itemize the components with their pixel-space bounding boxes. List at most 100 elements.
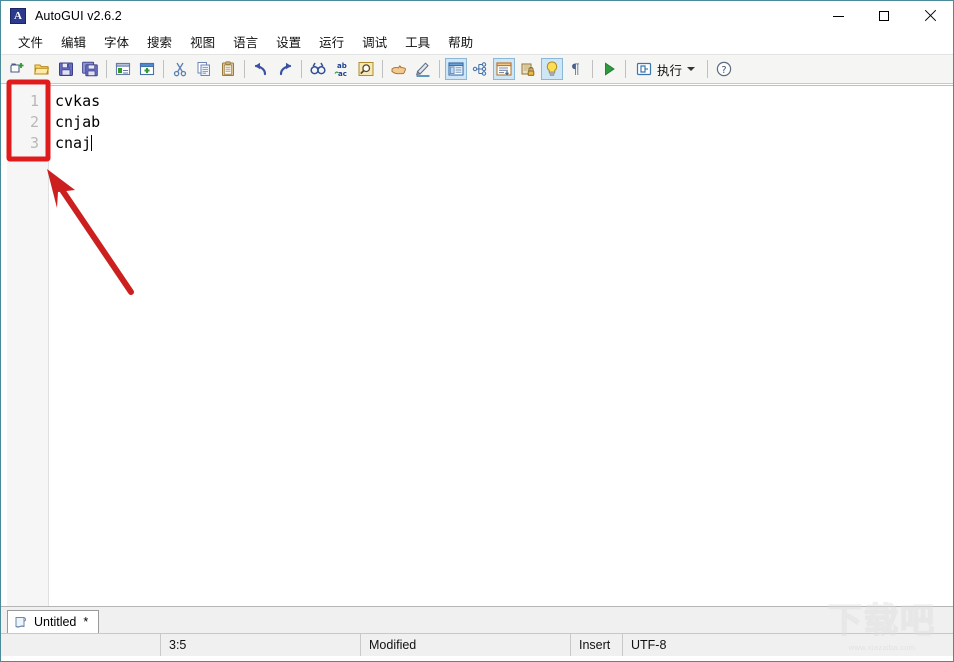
new-window-icon: [139, 62, 155, 76]
hints-button[interactable]: [541, 58, 563, 80]
minimize-button[interactable]: [815, 1, 861, 30]
run-play-button[interactable]: [598, 58, 620, 80]
run-command-button[interactable]: 执行: [632, 58, 703, 80]
status-bar: 3:5 Modified Insert UTF-8: [1, 633, 953, 656]
editor-area: 1 2 3 cvkas cnjab cnaj: [1, 84, 953, 606]
panel-toggle-button[interactable]: [445, 58, 467, 80]
document-tab-strip: Untitled *: [1, 606, 953, 633]
close-icon: [924, 9, 937, 22]
tab-label: Untitled: [34, 615, 77, 629]
line-number: 1: [29, 92, 39, 110]
line-number: 3: [29, 134, 39, 152]
new-window-button[interactable]: [136, 58, 158, 80]
undo-icon: [254, 62, 267, 76]
toolbar-separator: [244, 60, 245, 78]
menu-item-file[interactable]: 文件: [9, 29, 52, 55]
toolbar-separator: [707, 60, 709, 78]
document-icon: [14, 615, 28, 629]
close-file-button[interactable]: [112, 58, 134, 80]
svg-text:¶: ¶: [571, 62, 580, 78]
find-icon: [310, 62, 326, 75]
tree-icon: [472, 62, 487, 76]
lock-icon: [521, 63, 535, 76]
pilcrow-icon: ¶: [571, 62, 580, 78]
cut-button[interactable]: [169, 58, 191, 80]
replace-button[interactable]: ab ac: [331, 58, 353, 80]
zoom-icon: [358, 62, 374, 76]
edit-mark-button[interactable]: [412, 58, 434, 80]
maximize-button[interactable]: [861, 1, 907, 30]
tab-untitled[interactable]: Untitled *: [7, 610, 100, 633]
svg-text:?: ?: [721, 65, 726, 76]
close-file-icon: [115, 62, 131, 76]
execute-icon: [636, 62, 652, 76]
code-line-text: cnaj: [55, 134, 92, 152]
menu-item-edit[interactable]: 编辑: [52, 29, 95, 55]
code-text-area[interactable]: cvkas cnjab cnaj: [49, 85, 953, 606]
open-file-button[interactable]: [31, 58, 53, 80]
redo-icon: [279, 62, 292, 76]
line-number: 2: [29, 113, 39, 131]
line-number-gutter[interactable]: 1 2 3: [7, 85, 49, 606]
show-symbols-button[interactable]: ¶: [565, 58, 587, 80]
menu-item-help[interactable]: 帮助: [439, 29, 482, 55]
tab-modified-marker: *: [83, 615, 89, 629]
paste-button[interactable]: [217, 58, 239, 80]
chevron-down-icon[interactable]: [687, 67, 696, 71]
pointer-icon: [391, 65, 406, 75]
close-button[interactable]: [907, 1, 953, 30]
replace-icon: ab ac: [334, 62, 347, 78]
panel-icon: [448, 62, 464, 76]
menu-item-tools[interactable]: 工具: [396, 29, 439, 55]
menu-bar: 文件 编辑 字体 搜索 视图 语言 设置 运行 调试 工具 帮助: [1, 30, 953, 55]
save-icon: [59, 62, 73, 76]
find-button[interactable]: [307, 58, 329, 80]
help-button[interactable]: ?: [713, 58, 735, 80]
find-in-files-button[interactable]: [355, 58, 377, 80]
help-icon: ?: [716, 61, 732, 77]
lock-button[interactable]: [517, 58, 539, 80]
structure-button[interactable]: [469, 58, 491, 80]
status-encoding: UTF-8: [631, 638, 667, 652]
menu-item-settings[interactable]: 设置: [267, 29, 310, 55]
redo-button[interactable]: [274, 58, 296, 80]
code-line: cvkas: [55, 92, 101, 110]
svg-text:ab: ab: [337, 62, 347, 70]
new-file-icon: [10, 63, 24, 73]
menu-item-view[interactable]: 视图: [181, 29, 224, 55]
toolbar-separator: [382, 60, 383, 78]
menu-item-language[interactable]: 语言: [224, 29, 267, 55]
new-file-button[interactable]: [7, 58, 29, 80]
word-wrap-button[interactable]: [493, 58, 515, 80]
goto-button[interactable]: [388, 58, 410, 80]
save-button[interactable]: [55, 58, 77, 80]
toolbar: ab ac ¶ 执行 ?: [1, 55, 953, 84]
menu-item-search[interactable]: 搜索: [138, 29, 181, 55]
copy-button[interactable]: [193, 58, 215, 80]
wrap-icon: [496, 62, 512, 76]
pencil-icon: [416, 62, 430, 77]
hint-icon: [546, 61, 558, 76]
svg-text:ac: ac: [338, 70, 347, 78]
title-bar: A AutoGUI v2.6.2: [1, 1, 953, 30]
window-controls: [815, 1, 953, 30]
toolbar-separator: [439, 60, 440, 78]
copy-icon: [197, 62, 210, 76]
menu-item-font[interactable]: 字体: [95, 29, 138, 55]
code-line-active: cnaj: [49, 133, 953, 154]
minimize-icon: [832, 15, 844, 17]
toolbar-separator: [625, 60, 626, 78]
menu-item-debug[interactable]: 调试: [353, 29, 396, 55]
text-caret: [91, 135, 93, 151]
toolbar-separator: [592, 60, 593, 78]
cut-icon: [173, 62, 187, 77]
window-title: AutoGUI v2.6.2: [35, 8, 122, 23]
status-blank-cell: [1, 634, 161, 656]
application-window: A AutoGUI v2.6.2 文件 编辑 字体 搜索 视图 语言 设置 运行…: [0, 0, 954, 662]
open-file-icon: [34, 64, 50, 75]
save-all-button[interactable]: [79, 58, 101, 80]
code-line: cnjab: [55, 113, 101, 131]
save-all-icon: [82, 61, 98, 77]
undo-button[interactable]: [250, 58, 272, 80]
menu-item-run[interactable]: 运行: [310, 29, 353, 55]
